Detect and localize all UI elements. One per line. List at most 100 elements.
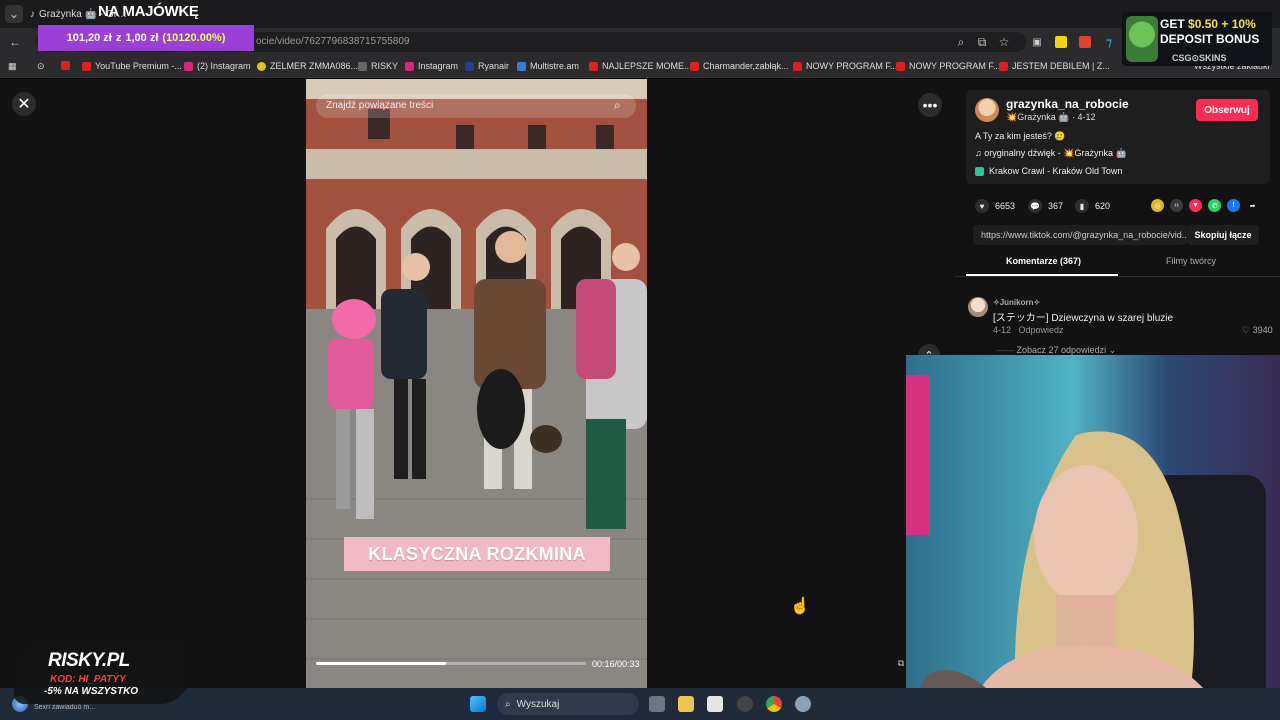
bookmark-item[interactable]: NAJLEPSZE MOME... xyxy=(589,61,692,71)
windows-taskbar xyxy=(0,688,1280,720)
bookmark-item[interactable]: (2) Instagram xyxy=(184,61,251,71)
promo-percent: (10120.00%) xyxy=(162,32,226,44)
back-arrow-icon[interactable]: ← xyxy=(6,33,24,51)
video-frame xyxy=(306,79,647,689)
video-progress-bar[interactable] xyxy=(316,662,586,665)
comment-username[interactable]: ✧Junikorn✧ xyxy=(993,298,1040,307)
file-explorer-icon[interactable] xyxy=(678,696,694,712)
bookmark-item[interactable]: Ryanair xyxy=(465,61,509,71)
bookmark-item[interactable]: NOWY PROGRAM F... xyxy=(896,61,1000,71)
post-description: A Ty za kim jesteś? 🥲 xyxy=(975,131,1066,141)
picture-in-picture-icon[interactable]: ⧉ xyxy=(894,656,908,670)
extension-icon[interactable]: ▣ xyxy=(1028,33,1046,51)
comment-date: 4-12 xyxy=(993,325,1012,335)
post-sound[interactable]: ♫ oryginalny dźwięk - 💥Grażynka 🤖 xyxy=(975,148,1127,159)
tab-creator-videos[interactable]: Filmy twórcy xyxy=(1166,256,1216,266)
promo-amount: 101,20 zł xyxy=(66,32,112,44)
deposit-line1: GET $0.50 + 10% xyxy=(1160,17,1256,31)
video-caption: KLASYCZNA ROZKMINA xyxy=(344,537,610,571)
copy-link-button[interactable]: Skopiuj łącze xyxy=(1187,225,1259,245)
related-search-input[interactable]: Znajdź powiązane treści xyxy=(316,94,636,118)
search-icon: ⌕ xyxy=(505,698,511,710)
bookmark-item[interactable]: Charmander,zabłąk... xyxy=(690,61,789,71)
windows-start-icon[interactable] xyxy=(470,696,486,712)
comment-avatar[interactable] xyxy=(968,297,988,317)
app-icon[interactable] xyxy=(737,696,753,712)
location-icon xyxy=(975,166,984,176)
tab-comments[interactable]: Komentarze (367) xyxy=(1006,256,1081,266)
search-icon[interactable]: ⌕ xyxy=(614,98,621,113)
author-display-name: 💥Grażynka 🤖 xyxy=(1006,112,1070,122)
weather-text: Sexri zawiaduó m... xyxy=(34,704,96,711)
webcam-overlay xyxy=(906,355,1280,720)
promo-base: 1,00 zł xyxy=(125,32,159,44)
bookmark-item[interactable]: RISKY xyxy=(358,61,398,71)
settings-icon[interactable] xyxy=(795,696,811,712)
video-player[interactable] xyxy=(306,79,647,689)
bookmark-item[interactable]: ZELMER ZMMA086... xyxy=(257,61,358,71)
bookmark-icon: ▮ xyxy=(1075,199,1089,213)
comment-text: [ステッカー] Dziewczyna w szarej bluzie xyxy=(993,313,1174,324)
bookmark-item[interactable]: NOWY PROGRAM F... xyxy=(793,61,897,71)
bookmark-item[interactable]: Multistre.am xyxy=(517,61,579,71)
post-date: 4-12 xyxy=(1077,112,1096,122)
author-avatar[interactable] xyxy=(975,98,999,122)
heart-icon: ♥ xyxy=(975,199,989,213)
promo-banner: 101,20 zł z 1,00 zł (10120.00%) xyxy=(38,25,254,51)
close-icon[interactable]: ✕ xyxy=(12,92,36,116)
chrome-icon[interactable] xyxy=(766,696,782,712)
extension-icon[interactable]: ⁊ xyxy=(1100,33,1118,51)
share-icon[interactable]: ➦ xyxy=(1246,199,1259,212)
save-button[interactable]: ▮ 620 xyxy=(1075,199,1110,213)
tab-divider xyxy=(955,276,1280,277)
bookmark-item[interactable]: JESTEM DEBILEM | Z... xyxy=(999,61,1110,71)
tab-list-button[interactable]: ⌄ xyxy=(5,5,23,23)
more-options-icon[interactable]: ••• xyxy=(918,93,942,117)
risky-code: KOD: HI_PATYY xyxy=(50,674,126,685)
comment-icon: 💬 xyxy=(1028,199,1042,213)
bookmark-item[interactable]: Instagram xyxy=(405,61,458,71)
post-location[interactable]: Krakow Crawl - Kraków Old Town xyxy=(975,166,1122,176)
facebook-icon[interactable]: f xyxy=(1227,199,1240,212)
whatsapp-icon[interactable]: ✆ xyxy=(1208,199,1221,212)
bookmarks-bar: ▦ ⊙ YouTube Premium -... (2) Instagram Z… xyxy=(0,56,1280,78)
bookmark-icon[interactable]: ⊙ xyxy=(37,61,45,72)
promo-mid: z xyxy=(115,32,122,44)
music-note-icon: ♫ xyxy=(975,148,985,158)
webcam-image xyxy=(906,355,1280,720)
extension-icon[interactable] xyxy=(1076,33,1094,51)
taskbar-search[interactable]: ⌕ Wyszukaj xyxy=(497,693,639,715)
video-link-field[interactable]: https://www.tiktok.com/@grazynka_na_robo… xyxy=(973,225,1187,245)
coin-icon[interactable]: ◎ xyxy=(1151,199,1164,212)
store-icon[interactable] xyxy=(707,696,723,712)
author-subline: 💥Grażynka 🤖 · 4-12 xyxy=(1006,112,1096,122)
cast-icon[interactable]: ⧉ xyxy=(973,33,991,51)
hand-cursor-icon: ☝ xyxy=(790,598,810,615)
apps-icon[interactable]: ▦ xyxy=(8,61,17,72)
embed-icon[interactable]: ‹› xyxy=(1170,199,1183,212)
task-view-icon[interactable] xyxy=(649,696,665,712)
risky-ad: RISKY.PL KOD: HI_PATYY -5% NA WSZYSTKO xyxy=(14,638,190,704)
deposit-bonus-ad: GET $0.50 + 10% DEPOSIT BONUS CSG⊙SKINS xyxy=(1122,12,1272,66)
bookmark-youtube-icon[interactable] xyxy=(61,61,70,70)
reply-link[interactable]: Odpowiedz xyxy=(1019,325,1064,335)
risky-logo: RISKY.PL xyxy=(48,650,130,671)
video-progress-fill xyxy=(316,662,446,665)
risky-discount: -5% NA WSZYSTKO xyxy=(44,686,139,697)
zoom-icon[interactable]: ⌕ xyxy=(952,33,970,51)
star-icon[interactable]: ☆ xyxy=(995,33,1013,51)
promo-heading: NA MAJÓWKĘ xyxy=(98,3,199,20)
like-button[interactable]: ♥ 6653 xyxy=(975,199,1015,213)
author-username[interactable]: grazynka_na_robocie xyxy=(1006,97,1129,111)
follow-button[interactable]: Obserwuj xyxy=(1196,99,1258,121)
comment-likes[interactable]: ♡ 3940 xyxy=(1242,325,1273,336)
extension-icon[interactable] xyxy=(1052,33,1070,51)
bookmark-item[interactable]: YouTube Premium -... xyxy=(82,61,182,71)
heart-outline-icon: ♡ xyxy=(1242,325,1253,335)
mascot-image xyxy=(1126,16,1158,62)
tiktok-icon: ♪ xyxy=(30,8,35,20)
deposit-brand: CSG⊙SKINS xyxy=(1172,53,1227,63)
send-icon[interactable]: ▼ xyxy=(1189,199,1202,212)
comment-meta: 4-12 Odpowiedz xyxy=(993,325,1064,335)
comment-button[interactable]: 💬 367 xyxy=(1028,199,1063,213)
